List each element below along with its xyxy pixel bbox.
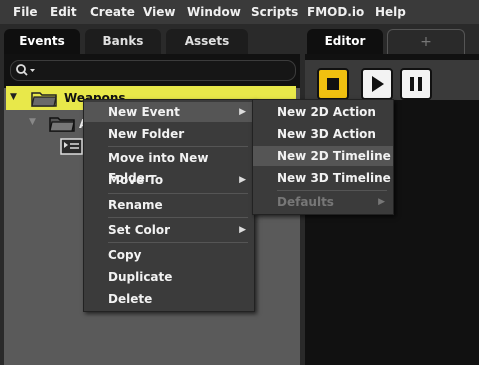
menu-separator bbox=[108, 146, 248, 147]
chevron-right-icon: ▶ bbox=[239, 175, 246, 185]
menu-item-new-2d-action[interactable]: New 2D Action bbox=[253, 102, 393, 122]
menu-help[interactable]: Help bbox=[375, 5, 406, 19]
menu-item-label: New Folder bbox=[108, 127, 185, 141]
folder-icon bbox=[49, 117, 75, 132]
menubar: File Edit Create View Window Scripts FMO… bbox=[0, 0, 479, 24]
event-icon bbox=[60, 138, 83, 155]
menu-item-label: Set Color bbox=[108, 223, 171, 237]
tab-assets[interactable]: Assets bbox=[166, 29, 248, 54]
menu-separator bbox=[108, 242, 248, 243]
menu-item-new-3d-action[interactable]: New 3D Action bbox=[253, 124, 393, 144]
transport-bar bbox=[305, 60, 479, 100]
menu-item-new-event[interactable]: New Event ▶ bbox=[84, 102, 254, 122]
search-input[interactable] bbox=[10, 60, 296, 81]
menu-window[interactable]: Window bbox=[187, 5, 241, 19]
menu-item-label: Rename bbox=[108, 198, 163, 212]
menu-item-duplicate[interactable]: Duplicate bbox=[84, 267, 254, 287]
menu-item-label: Delete bbox=[108, 292, 153, 306]
menu-item-new-2d-timeline[interactable]: New 2D Timeline bbox=[253, 146, 393, 166]
stop-button[interactable] bbox=[317, 68, 349, 100]
menu-separator bbox=[277, 190, 387, 191]
menu-item-label: Copy bbox=[108, 248, 142, 262]
menu-item-label: New Event bbox=[108, 105, 180, 119]
menu-item-label: New 2D Timeline bbox=[277, 149, 391, 163]
expand-triangle-icon[interactable]: ▼ bbox=[29, 117, 36, 127]
pause-icon bbox=[410, 77, 422, 91]
menu-item-move-to[interactable]: Move To ▶ bbox=[84, 170, 254, 190]
menu-item-new-folder[interactable]: New Folder bbox=[84, 124, 254, 144]
menu-item-label: Defaults bbox=[277, 195, 334, 209]
chevron-right-icon: ▶ bbox=[378, 197, 385, 207]
browser-tabs: Events Banks Assets bbox=[0, 24, 305, 54]
menu-item-set-color[interactable]: Set Color ▶ bbox=[84, 220, 254, 240]
pause-button[interactable] bbox=[400, 68, 432, 100]
expand-triangle-icon[interactable]: ▼ bbox=[10, 92, 17, 102]
context-menu: New Event ▶ New Folder Move into New Fol… bbox=[83, 99, 255, 312]
menu-item-label: Duplicate bbox=[108, 270, 173, 284]
add-tab-button[interactable]: + bbox=[387, 29, 465, 54]
menu-separator bbox=[108, 217, 248, 218]
menu-item-copy[interactable]: Copy bbox=[84, 245, 254, 265]
new-event-submenu: New 2D Action New 3D Action New 2D Timel… bbox=[252, 99, 394, 215]
menu-separator bbox=[108, 193, 248, 194]
menu-item-move-into-new-folder[interactable]: Move into New Folder bbox=[84, 148, 254, 185]
tab-banks[interactable]: Banks bbox=[85, 29, 161, 54]
play-icon bbox=[372, 76, 384, 92]
menu-file[interactable]: File bbox=[13, 5, 38, 19]
menu-item-label: New 3D Timeline bbox=[277, 171, 391, 185]
search-icon bbox=[16, 64, 35, 76]
menu-scripts[interactable]: Scripts bbox=[251, 5, 298, 19]
play-button[interactable] bbox=[361, 68, 393, 100]
menu-view[interactable]: View bbox=[143, 5, 175, 19]
menu-item-label: Move To bbox=[108, 173, 164, 187]
menu-fmodio[interactable]: FMOD.io bbox=[307, 5, 364, 19]
menu-create[interactable]: Create bbox=[90, 5, 135, 19]
chevron-right-icon: ▶ bbox=[239, 107, 246, 117]
menu-item-new-3d-timeline[interactable]: New 3D Timeline bbox=[253, 168, 393, 188]
tab-events[interactable]: Events bbox=[4, 29, 80, 54]
menu-item-delete[interactable]: Delete bbox=[84, 289, 254, 309]
menu-item-label: New 2D Action bbox=[277, 105, 376, 119]
folder-icon bbox=[31, 92, 57, 107]
chevron-right-icon: ▶ bbox=[239, 225, 246, 235]
menu-edit[interactable]: Edit bbox=[50, 5, 77, 19]
menu-item-rename[interactable]: Rename bbox=[84, 195, 254, 215]
menu-item-label: New 3D Action bbox=[277, 127, 376, 141]
menu-item-defaults: Defaults ▶ bbox=[253, 192, 393, 212]
tab-editor[interactable]: Editor bbox=[307, 29, 383, 54]
stop-icon bbox=[327, 78, 339, 90]
